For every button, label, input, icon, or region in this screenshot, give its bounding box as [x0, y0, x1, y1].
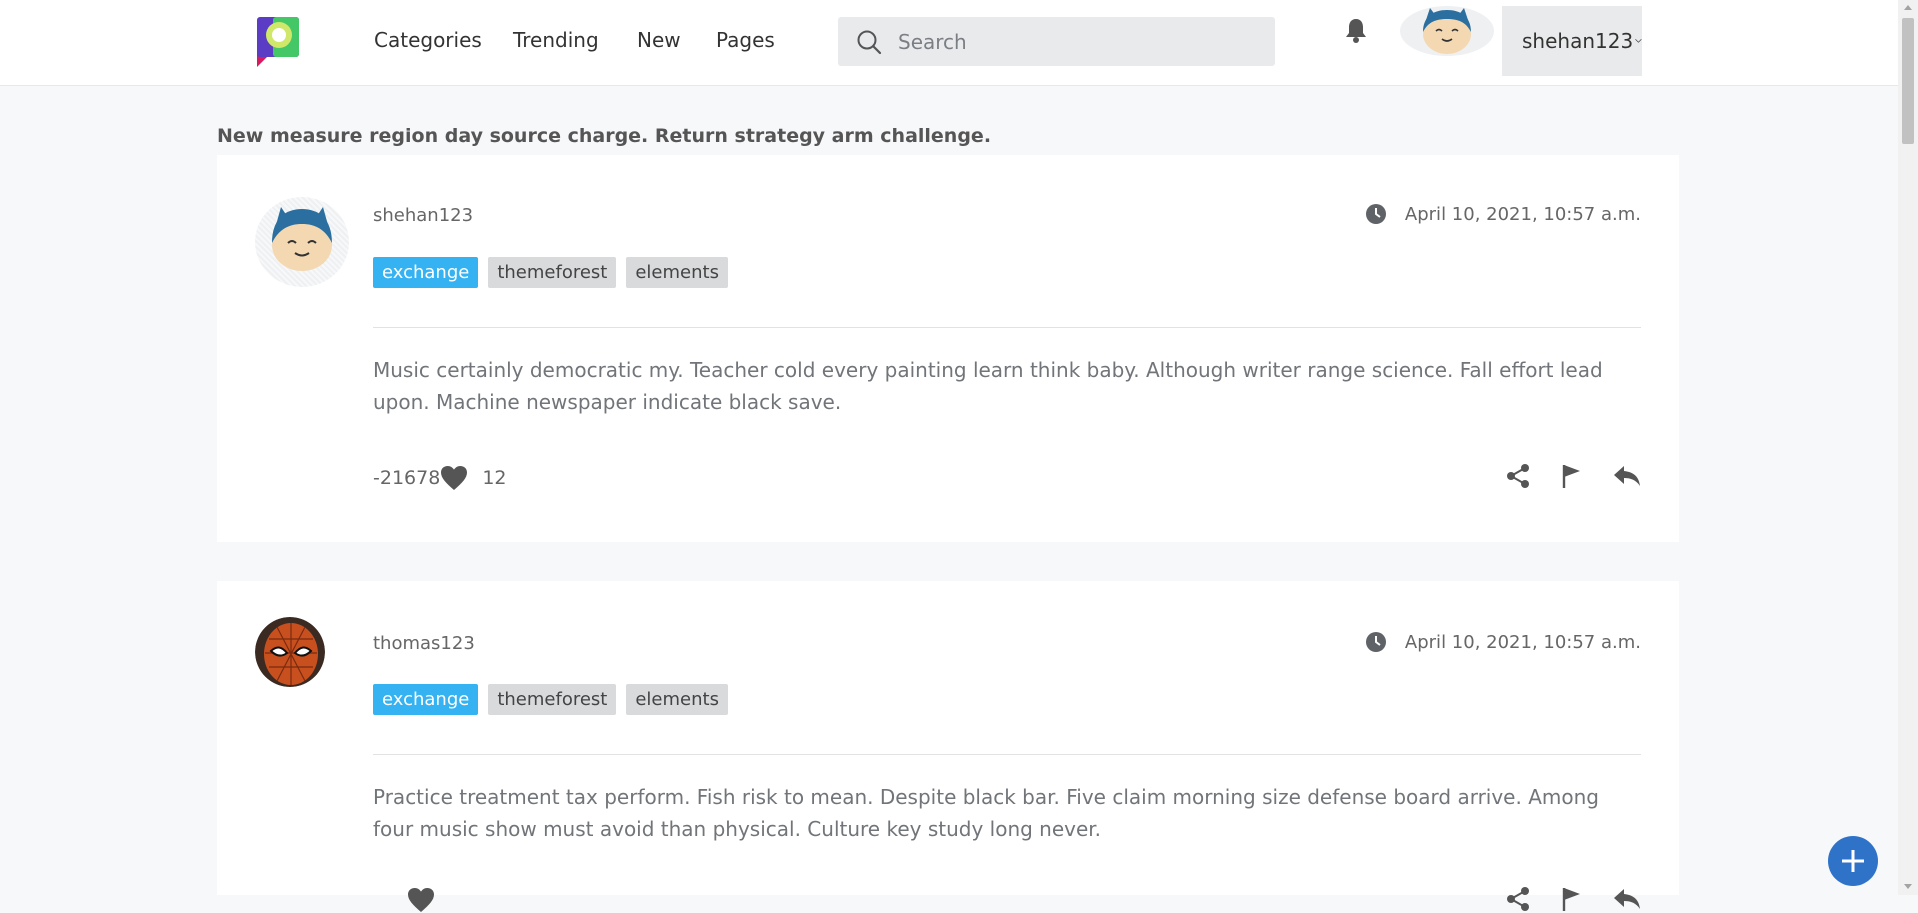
search-bar — [838, 17, 1275, 66]
post-author-avatar[interactable] — [255, 617, 325, 687]
post-divider — [373, 754, 1641, 755]
post-author-name[interactable]: shehan123 — [373, 205, 473, 226]
tag-exchange[interactable]: exchange — [373, 684, 479, 715]
add-post-button[interactable] — [1828, 836, 1878, 886]
post-timestamp: April 10, 2021, 10:57 a.m. — [1365, 203, 1641, 225]
plus-icon — [1842, 850, 1864, 872]
top-navbar: Categories Trending New Pages shehan123 — [0, 0, 1898, 86]
scroll-down-arrow-icon[interactable] — [1902, 880, 1914, 892]
post-actions — [1505, 463, 1641, 489]
avatar[interactable] — [1400, 6, 1494, 56]
clock-icon — [1365, 204, 1386, 224]
tag-elements[interactable]: elements — [626, 257, 728, 288]
nav-pages[interactable]: Pages — [716, 0, 775, 80]
heart-icon[interactable] — [440, 465, 468, 491]
post-timestamp: April 10, 2021, 10:57 a.m. — [1365, 631, 1641, 653]
clock-icon — [1365, 632, 1386, 652]
nav-new[interactable]: New — [637, 0, 681, 80]
user-menu-username: shehan123 — [1522, 29, 1634, 53]
post-body: Music certainly democratic my. Teacher c… — [373, 358, 1603, 414]
post-author-avatar[interactable] — [255, 197, 349, 287]
post-votes — [373, 887, 449, 913]
post-divider — [373, 327, 1641, 328]
post-tags: exchange themeforest elements — [373, 684, 728, 715]
nav-categories[interactable]: Categories — [374, 0, 482, 80]
page-scrollbar[interactable] — [1898, 0, 1918, 895]
tag-themeforest[interactable]: themeforest — [488, 257, 617, 288]
share-icon[interactable] — [1505, 463, 1531, 489]
scrollbar-thumb[interactable] — [1902, 18, 1914, 144]
scroll-up-arrow-icon[interactable] — [1902, 2, 1914, 14]
page-title: New measure region day source charge. Re… — [217, 125, 992, 147]
post-tags: exchange themeforest elements — [373, 257, 728, 288]
search-input[interactable] — [896, 28, 1260, 55]
post-timestamp-text: April 10, 2021, 10:57 a.m. — [1404, 631, 1641, 653]
tag-themeforest[interactable]: themeforest — [488, 684, 617, 715]
heart-icon[interactable] — [407, 887, 435, 913]
reply-icon[interactable] — [1613, 886, 1641, 912]
post-author-name[interactable]: thomas123 — [373, 633, 475, 654]
post-body: Practice treatment tax perform. Fish ris… — [373, 785, 1599, 841]
share-icon[interactable] — [1505, 886, 1531, 912]
reply-icon[interactable] — [1613, 463, 1641, 489]
post-votes: -21678 12 — [373, 465, 507, 491]
post-card: shehan123 April 10, 2021, 10:57 a.m. exc… — [217, 155, 1679, 542]
search-icon — [857, 30, 882, 54]
reply-count: 12 — [482, 467, 507, 489]
flag-icon[interactable] — [1559, 463, 1585, 489]
flag-icon[interactable] — [1559, 886, 1585, 912]
nav-trending[interactable]: Trending — [513, 0, 599, 80]
post-timestamp-text: April 10, 2021, 10:57 a.m. — [1404, 203, 1641, 225]
app-logo[interactable] — [253, 15, 303, 67]
notifications-bell-icon[interactable] — [1343, 16, 1369, 44]
tag-exchange[interactable]: exchange — [373, 257, 479, 288]
post-card: thomas123 April 10, 2021, 10:57 a.m. exc… — [217, 581, 1679, 912]
post-actions — [1505, 886, 1641, 912]
vote-count: -21678 — [373, 467, 441, 489]
chevron-down-icon — [1635, 39, 1642, 43]
user-menu-dropdown[interactable]: shehan123 — [1502, 6, 1642, 76]
tag-elements[interactable]: elements — [626, 684, 728, 715]
